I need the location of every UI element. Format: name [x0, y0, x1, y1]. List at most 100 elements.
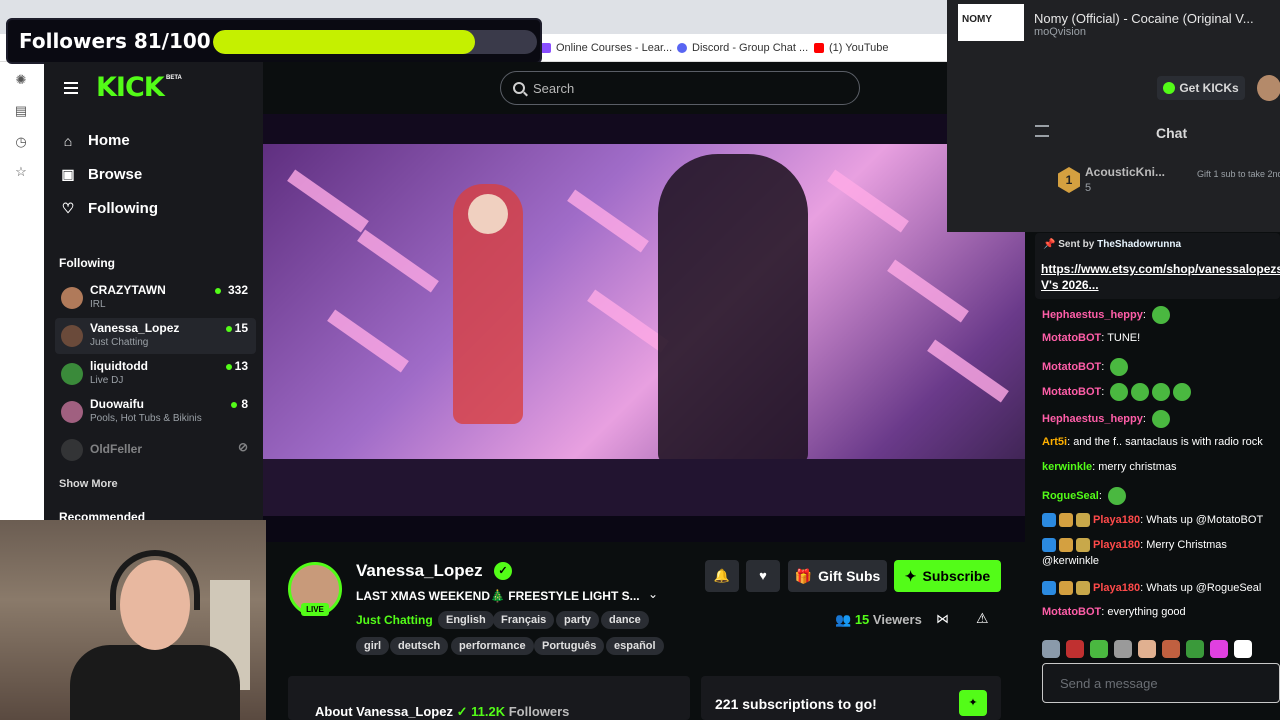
- subs-goal-button[interactable]: ✦: [959, 690, 987, 716]
- bookmark-online-courses[interactable]: Online Courses - Lear...: [541, 42, 672, 54]
- tag-portugues[interactable]: Português: [534, 637, 605, 655]
- media-thumbnail-text: NOMY: [962, 14, 992, 25]
- search-input[interactable]: Search: [500, 71, 860, 105]
- avatar: [61, 325, 83, 347]
- emote-icon[interactable]: [1186, 640, 1204, 658]
- chat-username[interactable]: Hephaestus_heppy: [1042, 309, 1143, 321]
- live-badge: LIVE: [301, 603, 329, 616]
- chat-username[interactable]: kerwinkle: [1042, 461, 1092, 473]
- menu-icon[interactable]: [64, 82, 78, 94]
- star-icon[interactable]: ☆: [14, 165, 28, 179]
- following-channel-crazytawn[interactable]: CRAZYTAWN IRL 332: [55, 280, 256, 316]
- rank-badge: 1: [1058, 167, 1080, 193]
- emote-icon[interactable]: [1114, 640, 1132, 658]
- get-kicks-button[interactable]: Get KICKs: [1157, 76, 1245, 100]
- tag-party[interactable]: party: [556, 611, 599, 629]
- bookmark-discord[interactable]: Discord - Group Chat ...: [677, 42, 808, 54]
- chat-username[interactable]: Playa180: [1093, 539, 1140, 551]
- badge-icon: [1076, 513, 1090, 527]
- following-channel-oldfeller[interactable]: OldFeller ⊘: [55, 432, 256, 468]
- report-icon[interactable]: ⚠: [976, 610, 989, 627]
- browse-icon: ▣: [61, 166, 75, 182]
- subscribe-button[interactable]: ✦ Subscribe: [894, 560, 1001, 592]
- chat-message-input[interactable]: Send a message: [1042, 663, 1280, 703]
- share-icon[interactable]: ⋈: [936, 611, 949, 627]
- ai-icon[interactable]: ✺: [14, 73, 28, 87]
- chat-username[interactable]: MotatoBOT: [1042, 386, 1101, 398]
- emote-bar[interactable]: [1042, 640, 1280, 658]
- gift-subs-button[interactable]: 🎁 Gift Subs: [788, 560, 887, 592]
- chat-username[interactable]: MotatoBOT: [1042, 332, 1101, 344]
- emote-icon[interactable]: [1162, 640, 1180, 658]
- badge-icon: [1076, 581, 1090, 595]
- chat-username[interactable]: MotatoBOT: [1042, 361, 1101, 373]
- chat-message: Hephaestus_heppy:: [1042, 306, 1280, 324]
- pin-icon: 📌: [1043, 239, 1059, 250]
- tag-espanol[interactable]: español: [606, 637, 664, 655]
- badge-icon: [1042, 513, 1056, 527]
- video-top-banner: [263, 114, 1025, 144]
- bookmark-youtube[interactable]: (1) YouTube: [814, 42, 889, 54]
- reading-list-icon[interactable]: ▤: [14, 104, 28, 118]
- chat-message: kerwinkle: merry christmas: [1042, 461, 1177, 473]
- following-channel-liquidtodd[interactable]: liquidtodd Live DJ 13: [55, 356, 256, 392]
- notification-bell-button[interactable]: 🔔: [705, 560, 739, 592]
- pinned-link[interactable]: https://www.etsy.com/shop/vanessalopezsh…: [1041, 262, 1280, 276]
- offline-icon: ⊘: [237, 440, 248, 454]
- tag-deutsch[interactable]: deutsch: [390, 637, 449, 655]
- following-channel-duowaifu[interactable]: Duowaifu Pools, Hot Tubs & Bikinis 8: [55, 394, 256, 430]
- user-avatar[interactable]: [1257, 75, 1280, 101]
- nav-following[interactable]: ♡ Following: [60, 200, 158, 217]
- live-indicator: [226, 364, 232, 370]
- chat-text: Whats up @MotatoBOT: [1146, 513, 1264, 526]
- chat-username[interactable]: RogueSeal: [1042, 490, 1099, 502]
- emote-icon[interactable]: [1066, 640, 1084, 658]
- video-table: [263, 459, 1025, 517]
- chat-title: Chat: [1156, 125, 1188, 141]
- kicks-coin-icon: [1163, 82, 1176, 94]
- chat-text: merry christmas: [1098, 461, 1177, 473]
- nav-browse[interactable]: ▣ Browse: [60, 166, 142, 183]
- chat-username[interactable]: Hephaestus_heppy: [1042, 413, 1143, 425]
- pinned-message[interactable]: 📌 Sent by TheShadowrunna https://www.ets…: [1035, 233, 1280, 299]
- follow-heart-button[interactable]: ♥: [746, 560, 780, 592]
- video-player[interactable]: [263, 114, 1025, 542]
- tag-dance[interactable]: dance: [601, 611, 649, 629]
- followers-progress-bar: [213, 30, 537, 54]
- emote-icon[interactable]: [1234, 640, 1252, 658]
- chat-username[interactable]: Art5i: [1042, 436, 1067, 448]
- subs-goal-text: 221 subscriptions to go!: [715, 696, 877, 712]
- chevron-down-icon[interactable]: ⌄: [648, 587, 658, 601]
- streamer-name[interactable]: Vanessa_Lopez: [356, 561, 483, 581]
- viewers-icon: 👥: [835, 612, 855, 627]
- chat-username[interactable]: Playa180: [1093, 514, 1140, 526]
- chat-message: Art5i: and the f.. santaclaus is with ra…: [1042, 436, 1263, 448]
- tag-english[interactable]: English: [438, 611, 494, 629]
- stream-category[interactable]: Just Chatting: [356, 613, 433, 627]
- gift-count: 5: [1085, 182, 1092, 194]
- show-more-link[interactable]: Show More: [59, 478, 118, 490]
- headset-icon: [110, 550, 200, 610]
- history-icon[interactable]: ◷: [14, 135, 28, 149]
- emote-icon[interactable]: [1090, 640, 1108, 658]
- nav-home[interactable]: ⌂ Home: [60, 132, 130, 149]
- tag-performance[interactable]: performance: [451, 637, 534, 655]
- chat-message: MotatoBOT: everything good: [1042, 606, 1186, 618]
- emote-icon[interactable]: [1138, 640, 1156, 658]
- kick-logo[interactable]: KICK: [96, 72, 165, 103]
- media-title: Nomy (Official) - Cocaine (Original V...: [1034, 11, 1254, 26]
- badge-icon: [1059, 513, 1073, 527]
- tag-francais[interactable]: Français: [493, 611, 555, 629]
- collapse-chat-icon[interactable]: [1035, 125, 1049, 137]
- video-performer: [658, 154, 808, 464]
- emote-icon[interactable]: [1210, 640, 1228, 658]
- gift-leaderboard[interactable]: 1 AcousticKni... 5 Gift 1 sub to take 2n…: [1048, 162, 1280, 200]
- courses-icon: [541, 43, 551, 53]
- chat-username[interactable]: Playa180: [1093, 582, 1140, 594]
- heart-icon: ♡: [61, 200, 75, 216]
- following-channel-vanessa-lopez[interactable]: Vanessa_Lopez Just Chatting 15: [55, 318, 256, 354]
- emote-icon[interactable]: [1042, 640, 1060, 658]
- beta-label: BETA: [166, 75, 182, 81]
- chat-username[interactable]: MotatoBOT: [1042, 606, 1101, 618]
- tag-girl[interactable]: girl: [356, 637, 390, 655]
